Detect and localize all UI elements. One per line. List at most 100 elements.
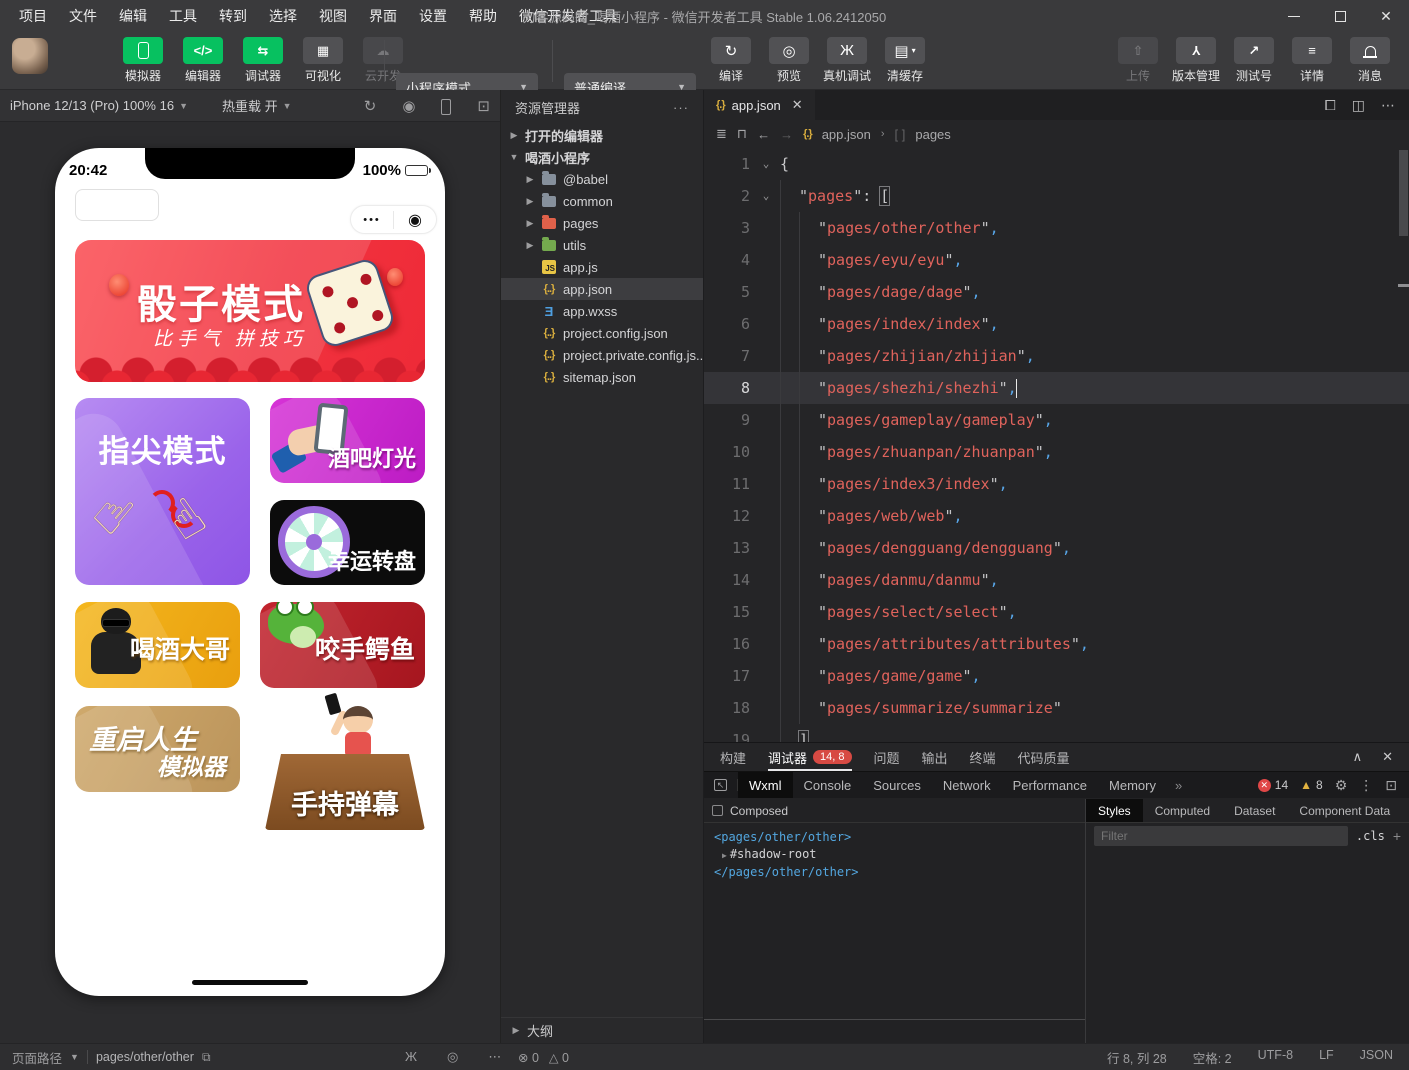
menu-item-文件[interactable]: 文件: [60, 4, 106, 28]
device-select[interactable]: iPhone 12/13 (Pro) 100% 16▼: [0, 90, 198, 121]
rotate-device-icon[interactable]: [441, 99, 451, 115]
multi-window-icon[interactable]: ⊡: [477, 97, 490, 115]
file-item-utils[interactable]: ▶utils: [501, 234, 703, 256]
code-line-9[interactable]: 9"pages/gameplay/gameplay",: [704, 404, 1409, 436]
code-line-4[interactable]: 4"pages/eyu/eyu",: [704, 244, 1409, 276]
devtools-tab-Wxml[interactable]: Wxml: [738, 772, 793, 798]
page-path-label[interactable]: 页面路径: [12, 1048, 62, 1067]
warning-count-icon[interactable]: ▲: [1300, 778, 1312, 792]
collapse-panel-icon[interactable]: ∧: [1353, 749, 1363, 765]
devtools-tab-Console[interactable]: Console: [793, 772, 863, 798]
capsule-menu-icon[interactable]: •••: [351, 214, 393, 226]
code-line-12[interactable]: 12"pages/web/web",: [704, 500, 1409, 532]
toolbar-编译[interactable]: ↻编译: [706, 37, 756, 84]
outline-section[interactable]: ▶ 大纲: [501, 1017, 703, 1043]
file-item-common[interactable]: ▶common: [501, 190, 703, 212]
encoding-setting[interactable]: UTF-8: [1258, 1048, 1293, 1067]
toolbar-测试号[interactable]: ↗测试号: [1229, 37, 1279, 84]
composed-checkbox[interactable]: [712, 805, 723, 816]
forward-icon[interactable]: →: [780, 127, 793, 142]
styles-tab-Computed[interactable]: Computed: [1143, 799, 1222, 822]
file-item-app.wxss[interactable]: Ǝapp.wxss: [501, 300, 703, 322]
menu-item-转到[interactable]: 转到: [210, 4, 256, 28]
close-tab-icon[interactable]: ✕: [792, 97, 803, 113]
code-line-5[interactable]: 5"pages/dage/dage",: [704, 276, 1409, 308]
miniprogram-capsule[interactable]: ••• ◉: [350, 205, 437, 234]
error-count-icon[interactable]: ✕: [1258, 779, 1271, 792]
code-line-10[interactable]: 10"pages/zhuanpan/zhuanpan",: [704, 436, 1409, 468]
wxml-dom-tree[interactable]: <pages/other/other> ▶#shadow-root </page…: [704, 823, 1085, 887]
capsule-exit-icon[interactable]: ◉: [394, 210, 436, 230]
code-line-15[interactable]: 15"pages/select/select",: [704, 596, 1409, 628]
code-line-1[interactable]: 1⌄{: [704, 148, 1409, 180]
code-line-8[interactable]: 8"pages/shezhi/shezhi",: [704, 372, 1409, 404]
tile-handheld-danmaku[interactable]: 手持弹幕: [265, 700, 425, 830]
file-item-sitemap.json[interactable]: {..}sitemap.json: [501, 366, 703, 388]
tile-fingertip-mode[interactable]: 指尖模式 ☝ ☝: [75, 398, 250, 585]
file-item-pages[interactable]: ▶pages: [501, 212, 703, 234]
code-line-18[interactable]: 18"pages/summarize/summarize": [704, 692, 1409, 724]
menu-item-编辑[interactable]: 编辑: [110, 4, 156, 28]
code-line-6[interactable]: 6"pages/index/index",: [704, 308, 1409, 340]
panel-tab-构建[interactable]: 构建: [720, 743, 746, 771]
code-line-19[interactable]: 19],: [704, 724, 1409, 742]
toolbar-预览[interactable]: ◎预览: [764, 37, 814, 84]
eol-setting[interactable]: LF: [1319, 1048, 1334, 1067]
devtools-tab-Memory[interactable]: Memory: [1098, 772, 1167, 798]
add-style-icon[interactable]: +: [1393, 828, 1401, 844]
indent-setting[interactable]: 空格: 2: [1193, 1048, 1232, 1067]
cls-toggle[interactable]: .cls: [1356, 829, 1385, 843]
code-editor[interactable]: 1⌄{2⌄"pages": [3"pages/other/other",4"pa…: [704, 148, 1409, 742]
menu-item-工具[interactable]: 工具: [160, 4, 206, 28]
menu-item-帮助[interactable]: 帮助: [460, 4, 506, 28]
bookmark-icon[interactable]: ⊓: [737, 126, 747, 142]
styles-tab-Dataset[interactable]: Dataset: [1222, 799, 1287, 822]
breadcrumb-file[interactable]: app.json: [822, 127, 871, 142]
copy-path-icon[interactable]: ⧉: [202, 1050, 211, 1065]
code-line-3[interactable]: 3"pages/other/other",: [704, 212, 1409, 244]
toolbar-编辑器[interactable]: </>编辑器: [178, 37, 228, 84]
more-icon[interactable]: ⋯: [488, 1049, 501, 1065]
back-icon[interactable]: ←: [757, 127, 770, 142]
open-preview-icon[interactable]: ⧠: [1325, 97, 1336, 114]
dice-mode-banner[interactable]: 骰子模式 比手气 拼技巧: [75, 240, 425, 382]
file-item-@babel[interactable]: ▶@babel: [501, 168, 703, 190]
outline-list-icon[interactable]: ≣: [716, 126, 727, 142]
toolbar-可视化[interactable]: ▦可视化: [298, 37, 348, 84]
code-line-14[interactable]: 14"pages/danmu/danmu",: [704, 564, 1409, 596]
code-line-16[interactable]: 16"pages/attributes/attributes",: [704, 628, 1409, 660]
project-section[interactable]: ▼喝酒小程序: [501, 146, 703, 168]
inspect-element-icon[interactable]: ↖: [704, 779, 738, 791]
restart-icon[interactable]: ↻: [364, 97, 377, 115]
fold-chevron-icon[interactable]: ⌄: [756, 148, 776, 180]
gear-icon[interactable]: ⚙: [1335, 777, 1348, 794]
panel-tab-代码质量[interactable]: 代码质量: [1018, 743, 1070, 771]
tile-drinking-boss[interactable]: 喝酒大哥: [75, 602, 240, 688]
close-panel-icon[interactable]: ✕: [1382, 749, 1393, 765]
overflow-tabs-icon[interactable]: »: [1167, 778, 1190, 793]
editor-scrollbar[interactable]: [1398, 148, 1409, 742]
more-actions-icon[interactable]: ⋯: [1381, 97, 1395, 114]
file-item-app.json[interactable]: {..}app.json: [501, 278, 703, 300]
split-editor-icon[interactable]: ◫: [1352, 97, 1365, 114]
tile-bar-light[interactable]: 酒吧灯光: [270, 398, 425, 483]
language-mode[interactable]: JSON: [1360, 1048, 1393, 1067]
file-item-project.private.config.js...[interactable]: {..}project.private.config.js...: [501, 344, 703, 366]
eye-icon[interactable]: ◎: [447, 1049, 458, 1065]
maximize-button[interactable]: [1317, 0, 1363, 32]
file-item-app.js[interactable]: JSapp.js: [501, 256, 703, 278]
menu-item-设置[interactable]: 设置: [410, 4, 456, 28]
toolbar-模拟器[interactable]: 模拟器: [118, 37, 168, 84]
devtools-tab-Performance[interactable]: Performance: [1002, 772, 1098, 798]
toolbar-真机调试[interactable]: Ж真机调试: [822, 37, 872, 84]
toolbar-消息[interactable]: 消息: [1345, 37, 1395, 84]
tile-lucky-wheel[interactable]: 幸运转盘: [270, 500, 425, 585]
more-actions-icon[interactable]: ···: [673, 100, 689, 115]
tile-biting-crocodile[interactable]: 咬手鳄鱼: [260, 602, 425, 688]
tab-app-json[interactable]: {.} app.json ✕: [704, 90, 815, 120]
user-avatar[interactable]: [12, 38, 48, 74]
dock-side-icon[interactable]: ⊡: [1385, 777, 1397, 794]
code-line-17[interactable]: 17"pages/game/game",: [704, 660, 1409, 692]
close-button[interactable]: ✕: [1363, 0, 1409, 32]
panel-tab-输出[interactable]: 输出: [922, 743, 948, 771]
